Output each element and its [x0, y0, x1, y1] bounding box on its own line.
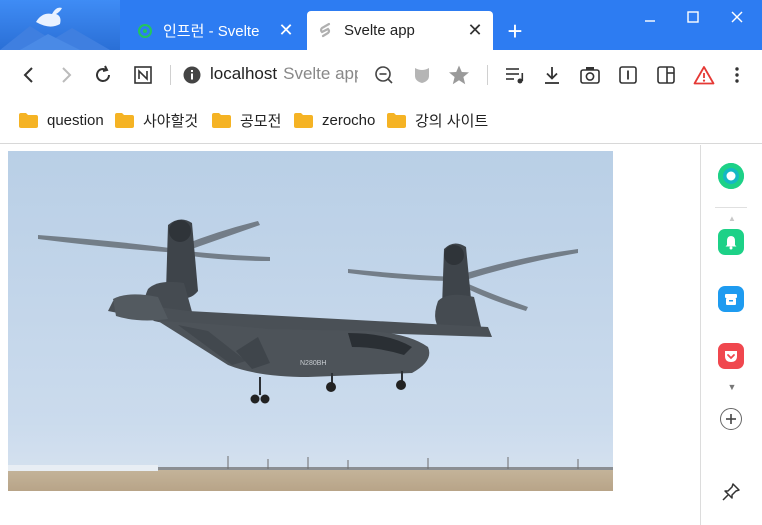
bookmark-folder[interactable]: 공모전 — [212, 109, 281, 131]
inflearn-icon — [136, 22, 154, 40]
site-info-icon[interactable] — [180, 63, 204, 87]
toolbar-divider — [170, 65, 171, 85]
bookmark-label: 사야할것 — [143, 112, 199, 130]
notification-bell-icon[interactable] — [718, 229, 744, 255]
shield-icon[interactable] — [410, 63, 434, 87]
tab-title: 인프런 - Svelte — [163, 23, 260, 40]
add-sidebar-app-icon[interactable] — [720, 408, 742, 430]
reload-icon[interactable] — [91, 63, 115, 87]
bookmark-folder[interactable]: 사야할것 — [115, 109, 198, 131]
split-view-icon[interactable] — [654, 63, 678, 87]
back-icon[interactable] — [17, 63, 41, 87]
folder-icon — [212, 112, 231, 128]
toolbar-divider — [487, 65, 488, 85]
tab-inflearn[interactable]: 인프런 - Svelte ✕ — [126, 11, 304, 50]
maximize-icon[interactable] — [681, 6, 705, 28]
bookmarks-bar: question 사야할것 공모전 zerocho 강의 사이트 — [0, 100, 762, 144]
bookmark-folder[interactable]: zerocho — [294, 109, 375, 131]
close-window-icon[interactable] — [725, 6, 749, 28]
whale-space-icon[interactable] — [718, 163, 744, 189]
sidebar: ▲ ▼ — [700, 145, 762, 525]
notion-extension-icon[interactable] — [131, 63, 155, 87]
whale-browser-logo — [0, 0, 120, 50]
bookmark-folder[interactable]: question — [19, 109, 104, 131]
address-page-title: Svelte app — [283, 64, 358, 83]
folder-icon — [294, 112, 313, 128]
bookmark-label: 강의 사이트 — [415, 112, 489, 130]
playlist-icon[interactable] — [503, 63, 527, 87]
close-tab-icon[interactable]: ✕ — [463, 19, 487, 43]
folder-icon — [387, 112, 406, 128]
bookmark-label: 공모전 — [240, 112, 282, 130]
bookmark-label: zerocho — [322, 111, 376, 129]
new-tab-button[interactable]: + — [503, 18, 527, 44]
reader-mode-icon[interactable] — [616, 63, 640, 87]
scroll-down-icon[interactable]: ▼ — [726, 382, 738, 392]
navigation-toolbar: localhost Svelte app — [0, 50, 762, 100]
bookmark-folder[interactable]: 강의 사이트 — [387, 109, 488, 131]
tab-svelte-app[interactable]: Svelte app ✕ — [307, 11, 493, 50]
zoom-out-icon[interactable] — [372, 63, 396, 87]
warning-icon[interactable] — [692, 63, 716, 87]
svg-text:N280BH: N280BH — [300, 360, 326, 367]
minimize-icon[interactable] — [638, 6, 662, 28]
address-host: localhost — [210, 64, 278, 83]
bookmark-star-icon[interactable] — [447, 63, 471, 87]
page-content: N280BH — [0, 145, 700, 525]
pocket-icon[interactable] — [718, 343, 744, 369]
archive-box-icon[interactable] — [718, 286, 744, 312]
title-bar: 인프런 - Svelte ✕ Svelte app ✕ + — [0, 0, 762, 50]
sidebar-divider — [715, 207, 747, 208]
folder-icon — [19, 112, 38, 128]
folder-icon — [115, 112, 134, 128]
address-bar[interactable]: localhost Svelte app — [210, 64, 358, 84]
more-menu-icon[interactable] — [725, 63, 749, 87]
bookmark-label: question — [47, 111, 104, 129]
pin-icon[interactable] — [718, 479, 744, 505]
download-icon[interactable] — [540, 63, 564, 87]
tab-title: Svelte app — [344, 22, 415, 39]
svelte-icon — [317, 22, 335, 40]
forward-icon[interactable] — [54, 63, 78, 87]
aircraft-photo: N280BH — [8, 151, 613, 491]
screenshot-camera-icon[interactable] — [578, 63, 602, 87]
scroll-up-icon[interactable]: ▲ — [727, 215, 737, 223]
close-tab-icon[interactable]: ✕ — [274, 19, 298, 43]
